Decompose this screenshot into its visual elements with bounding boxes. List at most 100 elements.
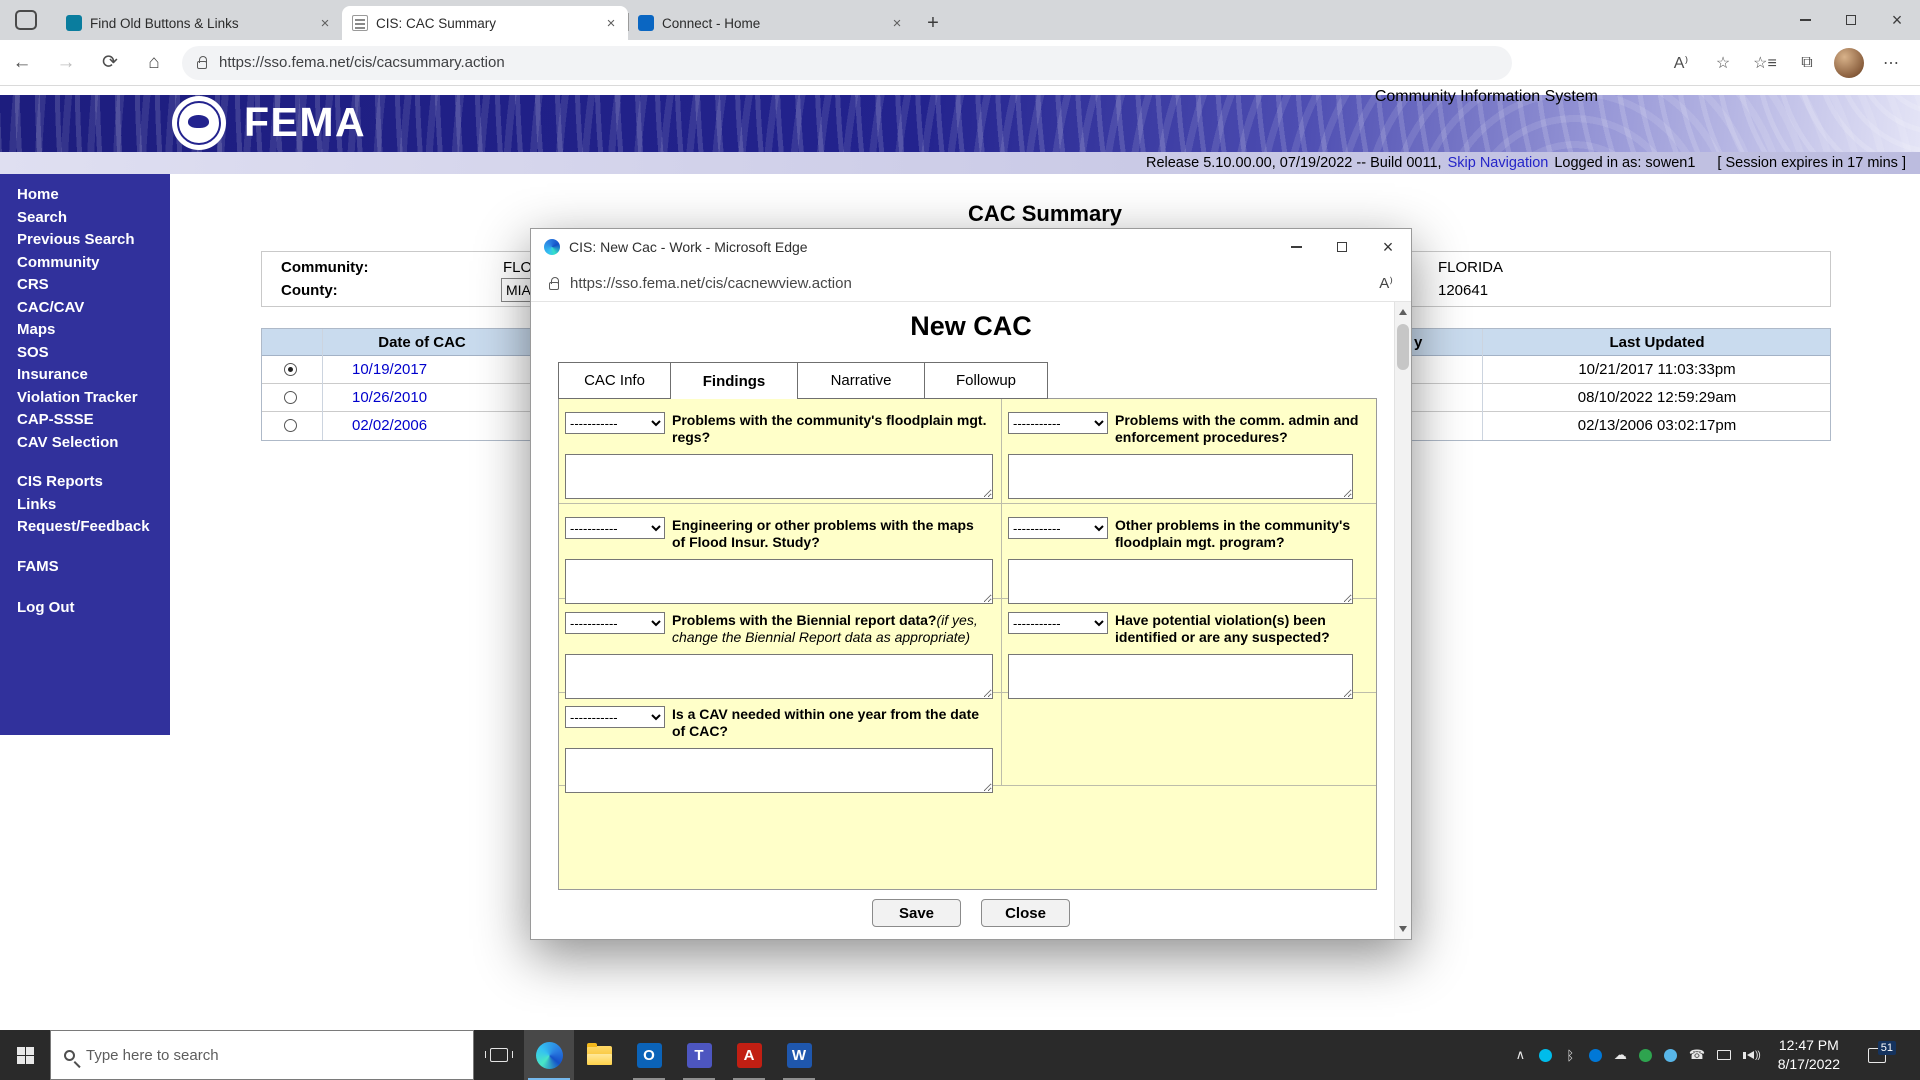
answer-dropdown[interactable]: -----------	[565, 412, 665, 434]
comment-textarea[interactable]	[1008, 559, 1353, 604]
browser-tab-cis-cac-summary[interactable]: CIS: CAC Summary ×	[342, 6, 628, 40]
taskbar-app-acrobat[interactable]: A	[724, 1030, 774, 1080]
maximize-button[interactable]	[1828, 0, 1874, 40]
comment-textarea[interactable]	[1008, 454, 1353, 499]
question-cell: ----------- Problems with the comm. admi…	[1002, 399, 1376, 504]
sidebar-item-previous-search[interactable]: Previous Search	[0, 229, 170, 252]
sidebar-item-cis-reports[interactable]: CIS Reports	[0, 471, 170, 494]
start-button[interactable]	[0, 1030, 50, 1080]
add-favorite-icon[interactable]: ☆	[1702, 53, 1744, 73]
answer-dropdown[interactable]: -----------	[565, 612, 665, 634]
tab-actions-icon[interactable]	[15, 10, 37, 30]
sidebar-item-cap-ssse[interactable]: CAP-SSSE	[0, 409, 170, 432]
answer-dropdown[interactable]: -----------	[565, 517, 665, 539]
address-bar[interactable]: https://sso.fema.net/cis/cacsummary.acti…	[182, 46, 1512, 80]
answer-dropdown[interactable]: -----------	[1008, 612, 1108, 634]
save-button[interactable]: Save	[872, 899, 961, 927]
browser-tab-find-old-buttons[interactable]: Find Old Buttons & Links ×	[56, 6, 342, 40]
url-text[interactable]: https://sso.fema.net/cis/cacsummary.acti…	[219, 54, 505, 71]
sidebar-item-sos[interactable]: SOS	[0, 342, 170, 365]
windows-logo-icon	[17, 1047, 34, 1064]
sidebar-item-search[interactable]: Search	[0, 207, 170, 230]
display-icon[interactable]	[1717, 1050, 1731, 1060]
task-view-button[interactable]	[474, 1030, 524, 1080]
popup-address-bar[interactable]: https://sso.fema.net/cis/cacnewview.acti…	[531, 265, 1411, 302]
taskbar-app-outlook[interactable]: O	[624, 1030, 674, 1080]
sidebar-item-insurance[interactable]: Insurance	[0, 364, 170, 387]
browser-tabstrip: Find Old Buttons & Links × CIS: CAC Summ…	[0, 0, 1920, 40]
tab-close-icon[interactable]: ×	[316, 15, 334, 32]
taskbar-app-file-explorer[interactable]	[574, 1030, 624, 1080]
answer-dropdown[interactable]: -----------	[1008, 517, 1108, 539]
popup-url-text[interactable]: https://sso.fema.net/cis/cacnewview.acti…	[570, 275, 852, 292]
comment-textarea[interactable]	[565, 454, 993, 499]
hidden-icons-chevron-icon[interactable]: ∧	[1514, 1047, 1527, 1063]
close-button[interactable]: ×	[1874, 0, 1920, 40]
taskbar-app-teams[interactable]: T	[674, 1030, 724, 1080]
sidebar-item-cac-cav[interactable]: CAC/CAV	[0, 297, 170, 320]
sidebar-item-log-out[interactable]: Log Out	[0, 597, 170, 620]
tab-close-icon[interactable]: ×	[888, 15, 906, 32]
tab-narrative[interactable]: Narrative	[798, 362, 925, 399]
scroll-down-icon[interactable]	[1399, 926, 1407, 932]
minimize-button[interactable]	[1782, 0, 1828, 40]
browser-tab-connect-home[interactable]: Connect - Home ×	[628, 6, 914, 40]
home-icon[interactable]: ⌂	[132, 52, 176, 74]
taskbar-clock[interactable]: 12:47 PM 8/17/2022	[1778, 1036, 1840, 1074]
tab-cac-info[interactable]: CAC Info	[558, 362, 671, 399]
skip-navigation-link[interactable]: Skip Navigation	[1448, 155, 1549, 171]
taskbar-app-edge[interactable]	[524, 1030, 574, 1080]
date-of-cac-header: Date of CAC	[322, 334, 522, 351]
sidebar-item-community[interactable]: Community	[0, 252, 170, 275]
answer-dropdown[interactable]: -----------	[1008, 412, 1108, 434]
comment-textarea[interactable]	[565, 748, 993, 793]
read-aloud-icon[interactable]: A⁾	[1660, 53, 1702, 73]
sidebar-item-maps[interactable]: Maps	[0, 319, 170, 342]
read-aloud-icon[interactable]: A⁾	[1379, 274, 1393, 292]
back-icon[interactable]: ←	[0, 52, 44, 74]
sidebar-item-fams[interactable]: FAMS	[0, 556, 170, 579]
row-radio[interactable]	[284, 363, 297, 376]
popup-maximize-button[interactable]	[1319, 229, 1365, 265]
new-tab-button[interactable]: +	[918, 8, 948, 38]
refresh-icon[interactable]: ⟳	[88, 51, 132, 74]
sidebar-item-cav-selection[interactable]: CAV Selection	[0, 432, 170, 455]
profile-avatar[interactable]	[1834, 48, 1864, 78]
popup-close-button[interactable]: ×	[1365, 229, 1411, 265]
sidebar-item-home[interactable]: Home	[0, 184, 170, 207]
status-green-icon[interactable]	[1639, 1049, 1652, 1062]
comment-textarea[interactable]	[565, 559, 993, 604]
action-center-button[interactable]: 51	[1858, 1048, 1896, 1063]
sidebar-item-crs[interactable]: CRS	[0, 274, 170, 297]
onedrive-icon[interactable]: ☁	[1614, 1047, 1627, 1063]
question-label: Problems with the Biennial report data?(…	[672, 612, 987, 645]
tab-followup[interactable]: Followup	[925, 362, 1048, 399]
forward-icon[interactable]: →	[44, 52, 88, 74]
popup-minimize-button[interactable]	[1273, 229, 1319, 265]
status-blue-icon[interactable]	[1664, 1049, 1677, 1062]
favorites-icon[interactable]: ☆≡	[1744, 53, 1786, 73]
network-icon[interactable]	[1589, 1049, 1602, 1062]
taskbar-app-word[interactable]: W	[774, 1030, 824, 1080]
sidebar-item-violation-tracker[interactable]: Violation Tracker	[0, 387, 170, 410]
cac-date-link[interactable]: 10/26/2010	[352, 389, 427, 406]
cac-date-link[interactable]: 10/19/2017	[352, 361, 427, 378]
sidebar-item-request-feedback[interactable]: Request/Feedback	[0, 516, 170, 539]
close-button[interactable]: Close	[981, 899, 1070, 927]
row-radio[interactable]	[284, 419, 297, 432]
collections-icon[interactable]: ⧉	[1786, 54, 1828, 72]
phone-icon[interactable]: ☎	[1689, 1047, 1705, 1063]
tab-findings[interactable]: Findings	[671, 362, 798, 399]
cac-date-link[interactable]: 02/02/2006	[352, 417, 427, 434]
answer-dropdown[interactable]: -----------	[565, 706, 665, 728]
settings-more-icon[interactable]: ⋯	[1870, 53, 1912, 73]
popup-titlebar[interactable]: CIS: New Cac - Work - Microsoft Edge ×	[531, 229, 1411, 265]
sidebar-item-links[interactable]: Links	[0, 494, 170, 517]
taskbar-search[interactable]: Type here to search	[50, 1030, 474, 1080]
scroll-up-icon[interactable]	[1399, 309, 1407, 315]
volume-icon[interactable]: ))	[1743, 1050, 1760, 1061]
webex-icon[interactable]	[1539, 1049, 1552, 1062]
tab-close-icon[interactable]: ×	[602, 15, 620, 32]
row-radio[interactable]	[284, 391, 297, 404]
bluetooth-icon[interactable]: ᛒ	[1564, 1048, 1577, 1063]
